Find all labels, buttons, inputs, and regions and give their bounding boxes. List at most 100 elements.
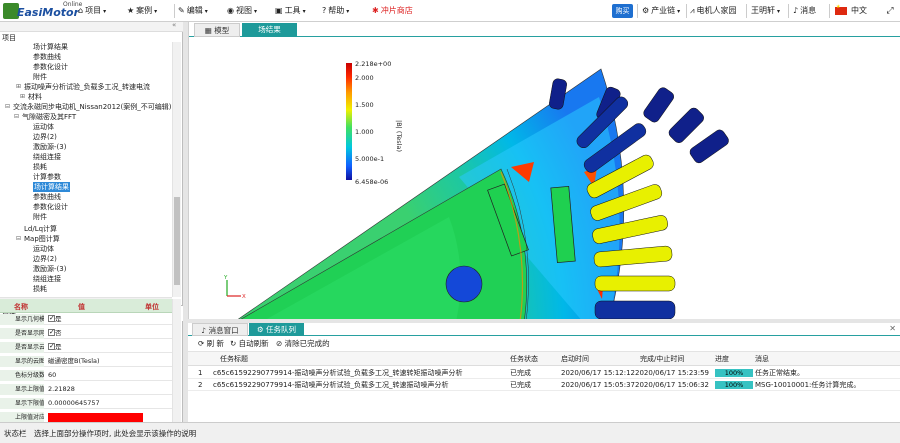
tree-item[interactable]: 损耗 xyxy=(33,284,47,294)
props-row[interactable]: 显示下限值 0.00000645757 xyxy=(0,398,172,409)
task-row[interactable]: 1 c65c61592290779914-振动噪声分析试验_负载多工况_转速转矩振… xyxy=(188,367,900,379)
menu-motor-home[interactable]: ⩘ 电机人家园 xyxy=(690,0,737,22)
tree-item[interactable]: 计算参数 xyxy=(33,172,61,182)
col-message: 消息 xyxy=(755,355,769,363)
tree-item[interactable]: 附件 xyxy=(33,212,47,222)
tree-item[interactable]: 振动噪声分析试验_负载多工况_转速电流 xyxy=(24,82,150,92)
tree-item[interactable]: 激励源-(3) xyxy=(33,142,66,152)
props-row[interactable]: 显示几何模型 是 xyxy=(0,313,172,325)
props-col-unit: 单位 xyxy=(145,303,159,311)
china-flag-icon[interactable] xyxy=(835,4,847,15)
buy-button[interactable]: 购买 xyxy=(612,4,633,18)
menu-project[interactable]: ⌂ 项目 ▾ xyxy=(78,0,106,22)
menu-tools[interactable]: ▣ 工具 ▾ xyxy=(275,0,306,22)
caret-down-icon: ▾ xyxy=(346,8,350,15)
home-icon: ⌂ xyxy=(78,6,84,15)
tree-item[interactable]: 绕组连接 xyxy=(33,274,61,284)
tab-messages[interactable]: ♪ 消息窗口 xyxy=(192,323,248,336)
menu-chip-store[interactable]: ✱ 冲片商店 xyxy=(372,0,413,22)
props-row-value[interactable]: 磁通密度B(Tesla) xyxy=(48,356,100,367)
tree-item[interactable]: 参数曲线 xyxy=(33,192,61,202)
language-button[interactable]: 中文 xyxy=(851,0,867,22)
checkbox-icon[interactable] xyxy=(48,327,55,338)
tree-scrollbar[interactable] xyxy=(172,42,181,297)
props-row[interactable]: 显示上限值 2.21828 xyxy=(0,384,172,395)
checkbox-icon[interactable] xyxy=(48,313,55,324)
tree-toggle-icon[interactable]: ⊞ xyxy=(20,92,25,102)
tree-item[interactable]: 边界(2) xyxy=(33,132,57,142)
props-scrollbar[interactable] xyxy=(172,299,181,422)
props-row-checkbox[interactable]: 否 xyxy=(48,327,62,339)
checkbox-label: 是 xyxy=(55,315,62,323)
user-menu[interactable]: 王明轩 ▾ xyxy=(751,0,780,22)
tree-item[interactable]: 运动体 xyxy=(33,122,54,132)
props-row-checkbox[interactable]: 是 xyxy=(48,341,62,353)
props-row[interactable]: 是否显示网格 否 xyxy=(0,327,172,339)
tree-item[interactable]: 损耗 xyxy=(33,162,47,172)
colorbar-label: 1.500 xyxy=(355,101,374,109)
divider xyxy=(788,4,789,18)
menu-help[interactable]: ? 帮助 ▾ xyxy=(322,0,349,22)
tab-task-queue[interactable]: ⚙ 任务队列 xyxy=(249,323,304,336)
close-icon[interactable]: ✕ xyxy=(889,324,896,333)
menu-edit[interactable]: ✎ 编辑 ▾ xyxy=(178,0,208,22)
menu-industry-chain[interactable]: ⚙ 产业链 ▾ xyxy=(642,0,680,22)
props-row-value[interactable]: 0.00000645757 xyxy=(48,398,100,409)
props-row-value[interactable]: 2.21828 xyxy=(48,384,75,395)
tree-item[interactable]: Map图计算 xyxy=(24,234,60,244)
colorbar-label: 1.000 xyxy=(355,128,374,136)
tree-item[interactable]: 参数曲线 xyxy=(33,52,61,62)
color-swatch[interactable] xyxy=(48,413,143,422)
collapse-icon[interactable]: « xyxy=(172,21,176,29)
task-cell-idx: 1 xyxy=(198,369,203,377)
task-row[interactable]: 2 c65c61592290779914-振动噪声分析试验_负载多工况_转速振动噪… xyxy=(188,379,900,391)
status-bar: 状态栏 选择上面部分操作项时, 此处会显示该操作的说明 xyxy=(0,422,900,443)
divider xyxy=(686,4,687,18)
props-header-row: 名称 值 单位 xyxy=(0,299,172,313)
tree-item[interactable]: 场计算结果 xyxy=(33,182,70,192)
caret-down-icon: ▾ xyxy=(154,8,158,15)
task-cell-title: c65c61592290779914-振动噪声分析试验_负载多工况_转速振动噪声… xyxy=(213,381,449,389)
tree-toggle-icon[interactable]: ⊞ xyxy=(16,82,21,92)
tree-toggle-icon[interactable]: ⊟ xyxy=(14,112,19,122)
model-icon: ▦ xyxy=(204,26,215,35)
props-row[interactable]: 是否显示云图 是 xyxy=(0,341,172,353)
tree-item[interactable]: 附件 xyxy=(33,72,47,82)
tab-model[interactable]: ▦ 模型 xyxy=(194,23,240,37)
colorbar-labels: 2.218e+00 2.000 1.500 1.000 5.000e-1 6.4… xyxy=(355,60,403,186)
tree-item[interactable]: 气隙磁密及其FFT xyxy=(22,112,76,122)
clear-completed-button[interactable]: ⊘ 清除已完成的 xyxy=(276,336,330,352)
task-cell-end: 2020/06/17 15:06:32 xyxy=(635,381,710,389)
props-row[interactable]: 显示的云图量磁通密度B(Tesla) xyxy=(0,356,172,367)
tree-item[interactable]: 激励源-(3) xyxy=(33,264,66,274)
tree-item[interactable]: 参数化设计 xyxy=(33,202,68,212)
project-tree: 场计算结果 参数曲线 参数化设计 附件 ⊞ 振动噪声分析试验_负载多工况_转速电流 ⊞ 材料 ⊟… xyxy=(0,42,172,297)
refresh-button[interactable]: ⟳ 刷 新 xyxy=(198,336,224,352)
tree-item[interactable]: 材料 xyxy=(28,92,42,102)
tree-item[interactable]: 场计算结果 xyxy=(33,42,68,52)
messages-button[interactable]: ♪ 消息 xyxy=(793,0,816,22)
menu-view[interactable]: ◉ 视图 ▾ xyxy=(227,0,257,22)
tree-item[interactable]: 交流永磁同步电动机_Nissan2012(案例_不可编辑) xyxy=(13,102,171,112)
tree-item[interactable]: Ld/Lq计算 xyxy=(24,224,57,234)
scroll-thumb[interactable] xyxy=(174,197,180,285)
tree-toggle-icon[interactable]: ⊟ xyxy=(16,234,21,244)
fullscreen-icon[interactable]: ⤢ xyxy=(884,0,896,22)
tree-item[interactable]: 运动体 xyxy=(33,244,54,254)
props-row[interactable]: 色标分级数 60 xyxy=(0,370,172,381)
tab-field-result[interactable]: 场结果 xyxy=(242,23,297,37)
tree-item[interactable]: 边界(2) xyxy=(33,254,57,264)
tree-toggle-icon[interactable]: ⊟ xyxy=(5,102,10,112)
tree-item[interactable]: 绕组连接 xyxy=(33,152,61,162)
motor-field-canvas[interactable]: 2.218e+00 2.000 1.500 1.000 5.000e-1 6.4… xyxy=(189,37,900,319)
edit-icon: ✎ xyxy=(178,6,185,15)
props-row-checkbox[interactable]: 是 xyxy=(48,313,62,325)
progress-bar: 100% xyxy=(715,369,753,377)
menu-case[interactable]: ★ 案例 ▾ xyxy=(127,0,157,22)
tree-item[interactable]: 参数化设计 xyxy=(33,62,68,72)
col-start: 启动时间 xyxy=(561,355,589,363)
auto-refresh-button[interactable]: ↻ 自动刷新 xyxy=(230,336,269,352)
props-row-name: 显示下限值 xyxy=(0,398,44,409)
props-row-value[interactable]: 60 xyxy=(48,370,56,381)
checkbox-icon[interactable] xyxy=(48,341,55,352)
